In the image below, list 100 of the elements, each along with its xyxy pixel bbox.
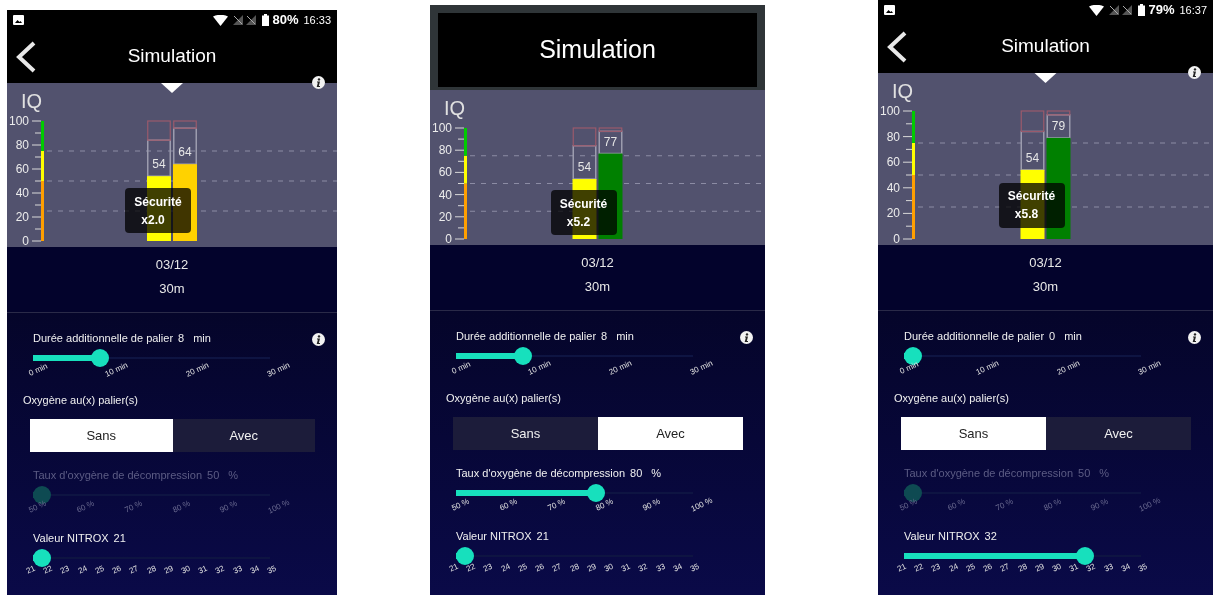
tick-label: 30 bbox=[179, 562, 193, 578]
tick-label: 35 bbox=[265, 562, 279, 578]
tick-label: 29 bbox=[585, 560, 599, 576]
tooltip-title: Sécurité bbox=[1007, 188, 1056, 206]
tick-label: 24 bbox=[499, 560, 513, 576]
slider-unit: % bbox=[228, 467, 239, 483]
section-label: Oxygène au(x) palier(s) bbox=[893, 391, 1010, 404]
depth-label: 30m bbox=[584, 277, 611, 296]
tick-label: 10 min bbox=[974, 357, 1002, 379]
tick-label: 27 bbox=[998, 560, 1013, 576]
slider-label: Durée additionnelle de palier bbox=[904, 328, 1045, 344]
tick-label: 30 bbox=[602, 560, 616, 576]
slider-unit: min bbox=[616, 328, 634, 344]
tick-label: 21 bbox=[895, 560, 909, 576]
slider-label: Valeur NITROX bbox=[456, 528, 532, 544]
tick-label: 90 % bbox=[1089, 495, 1112, 515]
tick-label: 27 bbox=[127, 562, 142, 578]
tick-label: 60 % bbox=[74, 497, 97, 517]
slider-value: 21 bbox=[536, 528, 549, 544]
axis-label: 40 bbox=[438, 187, 452, 202]
axis-label: 0 bbox=[22, 234, 29, 248]
axis-label: 60 bbox=[886, 155, 900, 170]
slider-unit: % bbox=[1099, 465, 1110, 481]
axis-label: 20 bbox=[15, 210, 29, 224]
slider-value: 32 bbox=[984, 528, 997, 544]
axis-title: IQ bbox=[21, 89, 43, 114]
tick-label: 70 % bbox=[122, 497, 145, 517]
slider-label: Taux d'oxygène de décompression bbox=[33, 467, 203, 483]
screen-title: Simulation bbox=[127, 44, 217, 69]
tick-label: 80 % bbox=[593, 495, 616, 515]
tick-label: 23 bbox=[58, 562, 73, 578]
tick-label: 0 min bbox=[449, 358, 473, 378]
tick-label: 26 bbox=[533, 560, 547, 576]
battery-percent: 80% bbox=[272, 11, 299, 30]
tooltip-value: x5.2 bbox=[566, 213, 592, 231]
tick-label: 80 % bbox=[1041, 495, 1064, 515]
slider-unit: % bbox=[651, 465, 662, 481]
axis-title: IQ bbox=[444, 96, 466, 121]
slider-value: 50 bbox=[207, 467, 220, 483]
tick-label: 34 bbox=[248, 562, 262, 578]
tick-label: 31 bbox=[1067, 560, 1081, 576]
axis-label: 80 bbox=[438, 143, 452, 158]
tick-label: 24 bbox=[76, 562, 90, 578]
bar-value: 54 bbox=[1025, 150, 1040, 165]
tick-label: 27 bbox=[550, 560, 565, 576]
tick-label: 23 bbox=[929, 560, 944, 576]
tooltip-value: x5.8 bbox=[1014, 206, 1040, 224]
tick-label: 30 min bbox=[265, 359, 293, 381]
section-label: Oxygène au(x) palier(s) bbox=[22, 393, 139, 406]
tick-label: 22 bbox=[464, 560, 478, 576]
axis-label: 60 bbox=[438, 165, 452, 180]
tick-label: 23 bbox=[481, 560, 496, 576]
tick-label: 30 min bbox=[688, 357, 716, 379]
bar-value: 54 bbox=[577, 160, 592, 175]
tick-label: 26 bbox=[110, 562, 124, 578]
tick-label: 50 % bbox=[26, 497, 49, 517]
tick-label: 24 bbox=[947, 560, 961, 576]
tick-label: 100 % bbox=[266, 496, 293, 518]
bar-value: 79 bbox=[1051, 118, 1066, 133]
slider-value: 50 bbox=[1078, 465, 1091, 481]
bar-value: 54 bbox=[152, 157, 166, 172]
tick-label: 80 % bbox=[170, 497, 193, 517]
tick-label: 34 bbox=[1119, 560, 1133, 576]
axis-label: 80 bbox=[886, 129, 900, 144]
tick-label: 20 min bbox=[1055, 357, 1083, 379]
tick-label: 90 % bbox=[641, 495, 664, 515]
tick-label: 70 % bbox=[993, 495, 1016, 515]
tick-label: 10 min bbox=[103, 359, 131, 381]
tick-label: 31 bbox=[196, 562, 210, 578]
screen-title: Simulation bbox=[1001, 34, 1090, 59]
clock: 16:37 bbox=[1179, 2, 1207, 18]
axis-title: IQ bbox=[892, 79, 914, 104]
slider-label: Valeur NITROX bbox=[904, 528, 980, 544]
tick-label: 50 % bbox=[449, 495, 472, 515]
slider-value: 8 bbox=[601, 328, 608, 344]
tick-label: 29 bbox=[1033, 560, 1047, 576]
tick-label: 28 bbox=[568, 560, 582, 576]
axis-label: 40 bbox=[886, 180, 900, 195]
tick-label: 28 bbox=[145, 562, 159, 578]
slider-label: Taux d'oxygène de décompression bbox=[456, 465, 626, 481]
depth-label: 30m bbox=[1032, 277, 1059, 296]
tick-label: 20 min bbox=[607, 357, 635, 379]
axis-label: 0 bbox=[445, 232, 452, 246]
date-label: 03/12 bbox=[581, 254, 614, 272]
axis-label: 60 bbox=[15, 162, 29, 176]
tick-label: 60 % bbox=[945, 495, 968, 515]
tick-label: 30 bbox=[1050, 560, 1064, 576]
tick-label: 22 bbox=[41, 562, 55, 578]
bar-value: 77 bbox=[603, 134, 618, 149]
axis-label: 20 bbox=[886, 206, 900, 221]
slider-label: Durée additionnelle de palier bbox=[456, 328, 597, 344]
axis-label: 0 bbox=[893, 232, 900, 246]
axis-label: 80 bbox=[15, 138, 29, 152]
tick-label: 0 min bbox=[897, 358, 921, 378]
clock: 16:33 bbox=[303, 12, 331, 28]
screen-title: Simulation bbox=[539, 34, 656, 66]
tick-label: 30 min bbox=[1136, 357, 1164, 379]
tick-label: 10 min bbox=[526, 357, 554, 379]
tick-label: 28 bbox=[1016, 560, 1030, 576]
tick-label: 50 % bbox=[897, 495, 920, 515]
